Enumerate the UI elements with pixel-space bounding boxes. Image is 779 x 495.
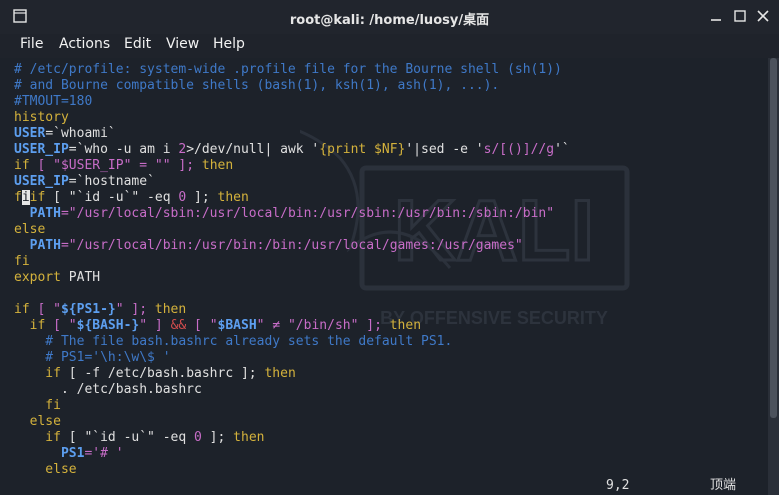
scroll-indicator: 顶端 [710, 478, 737, 493]
code-line-6: USER_IP=`who -u am i 2>/dev/null| awk '{… [14, 142, 570, 158]
token-keyword: export [14, 270, 61, 285]
token-string: [ " [29, 158, 61, 173]
editor-area[interactable]: KALI BY OFFENSIVE SECURITY # /etc/profil… [0, 58, 768, 495]
scrollbar[interactable] [768, 58, 779, 495]
code-line-9: fiif [ "`id -u`" -eq 0 ]; then [14, 190, 249, 206]
token-keyword: then [233, 430, 265, 445]
maximize-icon[interactable] [733, 9, 747, 23]
menu-file[interactable]: File [20, 36, 43, 52]
code-line-2: # and Bourne compatible shells (bash(1),… [14, 78, 500, 93]
token-text: '` [554, 142, 570, 157]
code-line-20: if [ -f /etc/bash.bashrc ]; then [14, 366, 296, 382]
token-var: ${PS1-} [60, 302, 116, 317]
token-keyword: then [154, 302, 187, 317]
token-keyword: if [14, 366, 61, 381]
token-keyword: then [389, 318, 422, 333]
watermark-logo-text: KALI [394, 183, 595, 279]
token-text: ]; [201, 430, 234, 445]
token-string: " ]; [115, 302, 155, 317]
token-string: [ " [29, 302, 61, 317]
token-keyword: {print $NF} [319, 142, 406, 157]
token-var: PS1 [14, 446, 85, 461]
code-line-13: fi [14, 254, 30, 269]
token-text: ]; [186, 190, 218, 205]
token-text: [ "`id -u`" -eq [60, 430, 195, 445]
code-line-12: PATH="/usr/local/bin:/usr/bin:/bin:/usr/… [14, 238, 523, 254]
token-var: USER_IP [14, 142, 69, 157]
token-var: PATH [14, 206, 61, 221]
code-line-19: # PS1='\h:\w\$ ' [14, 350, 171, 365]
scrollbar-thumb[interactable] [770, 58, 777, 418]
code-line-17: if [ "${BASH-}" ] && [ "$BASH" ≠ "/bin/s… [14, 318, 421, 334]
code-line-8: USER_IP=`hostname` [14, 174, 155, 190]
token-var: PATH [14, 238, 61, 253]
token-text: PATH [60, 270, 101, 285]
token-string: ='# ' [84, 446, 124, 461]
close-icon[interactable] [756, 9, 770, 23]
code-line-14: export PATH [14, 270, 100, 286]
code-line-23: else [14, 414, 61, 429]
code-line-11: else [14, 222, 46, 237]
token-string: [ " [45, 318, 77, 333]
code-line-22: fi [14, 398, 61, 413]
token-keyword: if [14, 302, 30, 317]
token-text: >/dev/null| awk ' [186, 142, 320, 157]
code-line-3: #TMOUT=180 [14, 94, 93, 109]
code-line-21: . /etc/bash.bashrc [14, 382, 202, 397]
token-var: USER_IP [14, 174, 69, 189]
menu-edit[interactable]: Edit [124, 36, 151, 52]
token-keyword: if [29, 190, 46, 205]
token-string: " ] [139, 318, 171, 333]
token-text: =`who -u am i [68, 142, 179, 157]
token-keyword: f [14, 190, 22, 205]
minimize-icon[interactable] [709, 9, 723, 23]
code-line-18: # The file bash.bashrc already sets the … [14, 334, 453, 349]
token-operator: && [170, 318, 187, 333]
status-line: 9,2 顶端 [0, 478, 768, 494]
code-line-26: else [14, 462, 77, 477]
menu-actions[interactable]: Actions [59, 36, 110, 52]
code-line-7: if [ "$USER_IP" = "" ]; then [14, 158, 233, 174]
token-number: 0 [194, 430, 202, 445]
token-keyword: then [217, 190, 249, 205]
terminal-window: root@kali: /home/luosy/桌面 File Actions E… [0, 0, 779, 495]
code-line-10: PATH="/usr/local/sbin:/usr/local/bin:/us… [14, 206, 554, 222]
menu-help[interactable]: Help [213, 36, 245, 52]
token-text: [ "`id -u`" -eq [45, 190, 179, 205]
token-keyword: then [201, 158, 234, 173]
menu-bar: File Actions Edit View Help [0, 34, 779, 58]
window-title: root@kali: /home/luosy/桌面 [289, 13, 490, 28]
token-text: [ -f /etc/bash.bashrc ]; [60, 366, 265, 381]
token-string: " ≠ "/bin/sh" ]; [256, 318, 390, 333]
token-keyword: if [14, 430, 61, 445]
token-text: =`hostname` [68, 174, 155, 189]
token-string: $USER_IP [60, 158, 124, 173]
token-var: USER [14, 126, 46, 141]
token-var: $BASH [217, 318, 257, 333]
token-string: s/[()]//g [483, 142, 555, 157]
token-string: ="/usr/local/sbin:/usr/local/bin:/usr/sb… [60, 206, 555, 221]
code-line-16: if [ "${PS1-}" ]; then [14, 302, 186, 318]
code-line-1: # /etc/profile: system-wide .profile fil… [14, 62, 562, 77]
title-bar[interactable]: root@kali: /home/luosy/桌面 [0, 0, 779, 34]
token-text: =`whoami` [45, 126, 116, 141]
code-line-5: USER=`whoami` [14, 126, 116, 142]
menu-view[interactable]: View [166, 36, 199, 52]
token-keyword: then [264, 366, 296, 381]
code-line-25: PS1='# ' [14, 446, 124, 462]
token-var: ${BASH-} [76, 318, 140, 333]
token-string: " = "" ]; [123, 158, 202, 173]
token-keyword: if [14, 158, 30, 173]
code-line-24: if [ "`id -u`" -eq 0 ]; then [14, 430, 264, 446]
token-string: [ " [186, 318, 218, 333]
token-string: ="/usr/local/bin:/usr/bin:/bin:/usr/loca… [60, 238, 523, 253]
token-text: '|sed -e ' [405, 142, 484, 157]
cursor-position: 9,2 [606, 478, 630, 493]
text-cursor: i [21, 190, 30, 205]
code-line-4: history [14, 110, 69, 125]
token-keyword: if [14, 318, 46, 333]
